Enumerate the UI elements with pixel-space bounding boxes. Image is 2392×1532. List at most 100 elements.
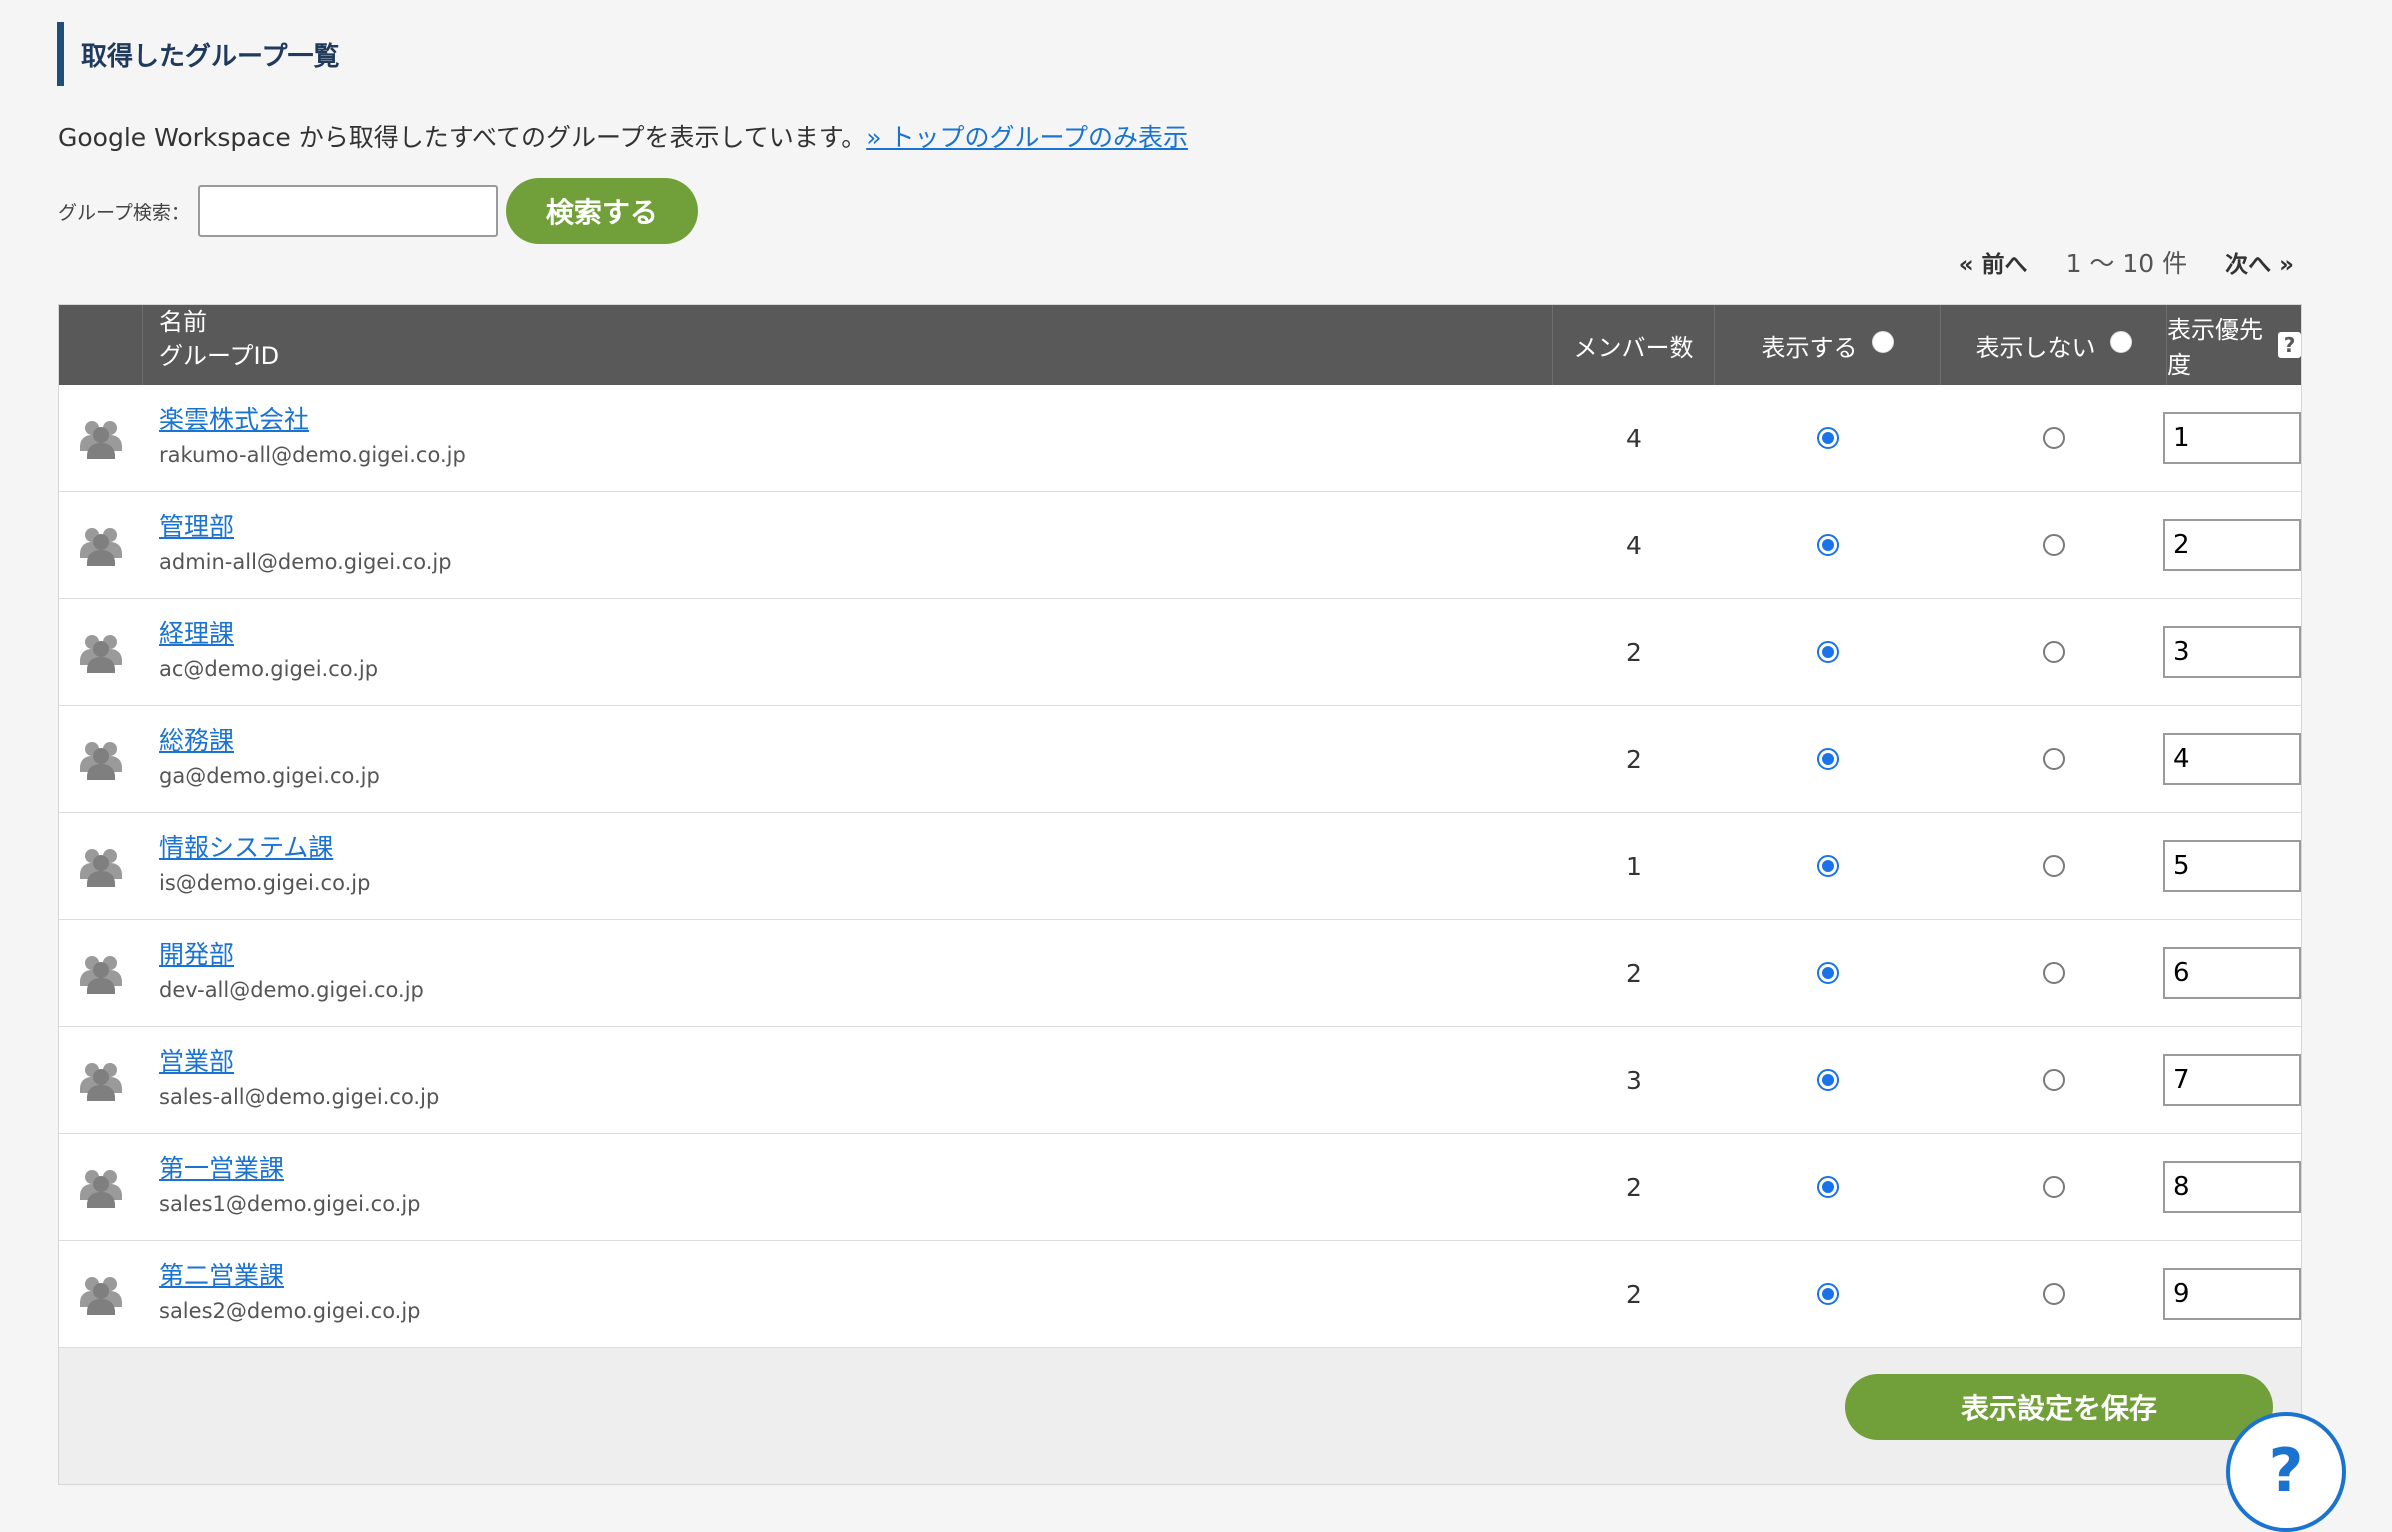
header-priority-label: 表示優先度 [2167, 316, 2263, 379]
priority-help-icon[interactable]: ? [2278, 332, 2301, 358]
hide-radio[interactable] [2043, 962, 2065, 984]
group-icon-cell [59, 1134, 143, 1240]
hide-radio[interactable] [2043, 641, 2065, 663]
group-name-cell: 第二営業課 sales2@demo.gigei.co.jp [143, 1241, 1553, 1347]
group-name-cell: 楽雲株式会社 rakumo-all@demo.gigei.co.jp [143, 385, 1553, 491]
description-text: Google Workspace から取得したすべてのグループを表示しています。 [58, 123, 867, 152]
header-hide-label: 表示しない [1975, 333, 2096, 362]
group-name-link[interactable]: 第二営業課 [159, 1259, 284, 1293]
member-count: 3 [1626, 1065, 1642, 1095]
search-bar: グループ検索： 検索する [58, 178, 698, 244]
table-row: 総務課 ga@demo.gigei.co.jp 2 [59, 705, 2301, 812]
priority-input[interactable] [2163, 1161, 2301, 1213]
member-count: 2 [1626, 744, 1642, 774]
show-radio[interactable] [1817, 534, 1839, 556]
table-header: 名前 グループID メンバー数 表示する 表示しない 表示優先度 ? [59, 305, 2301, 385]
next-page-link[interactable]: 次へ » [2225, 245, 2294, 279]
group-name-cell: 総務課 ga@demo.gigei.co.jp [143, 706, 1553, 812]
group-name-link[interactable]: 開発部 [159, 938, 234, 972]
priority-cell [2163, 492, 2301, 598]
priority-input[interactable] [2163, 519, 2301, 571]
show-cell [1715, 1027, 1941, 1133]
show-radio[interactable] [1817, 1069, 1839, 1091]
group-icon [80, 1277, 122, 1315]
member-count: 2 [1626, 958, 1642, 988]
show-radio[interactable] [1817, 748, 1839, 770]
hide-all-radio[interactable] [2109, 331, 2132, 353]
show-cell [1715, 813, 1941, 919]
priority-input[interactable] [2163, 626, 2301, 678]
group-name-link[interactable]: 第一営業課 [159, 1152, 284, 1186]
group-name-link[interactable]: 楽雲株式会社 [159, 403, 309, 437]
groups-table: 名前 グループID メンバー数 表示する 表示しない 表示優先度 ? 楽雲株式会… [58, 304, 2302, 1485]
group-name-link[interactable]: 情報システム課 [159, 831, 333, 865]
hide-cell [1941, 1027, 2167, 1133]
help-circle-label: ? [2268, 1436, 2304, 1506]
group-icon [80, 742, 122, 780]
group-name-link[interactable]: 管理部 [159, 510, 234, 544]
member-count-cell: 2 [1553, 706, 1715, 812]
save-display-settings-button[interactable]: 表示設定を保存 [1845, 1374, 2273, 1440]
group-name-cell: 情報システム課 is@demo.gigei.co.jp [143, 813, 1553, 919]
hide-radio[interactable] [2043, 534, 2065, 556]
show-radio[interactable] [1817, 962, 1839, 984]
page-range: 1 〜 10 件 [2065, 249, 2188, 278]
group-name-link[interactable]: 総務課 [159, 724, 234, 758]
pagination: « 前へ 1 〜 10 件 次へ » [1959, 244, 2294, 280]
hide-radio[interactable] [2043, 855, 2065, 877]
group-name-cell: 第一営業課 sales1@demo.gigei.co.jp [143, 1134, 1553, 1240]
hide-radio[interactable] [2043, 427, 2065, 449]
group-name-cell: 開発部 dev-all@demo.gigei.co.jp [143, 920, 1553, 1026]
search-button[interactable]: 検索する [505, 178, 698, 244]
priority-input[interactable] [2163, 1268, 2301, 1320]
hide-radio[interactable] [2043, 1069, 2065, 1091]
group-icon [80, 421, 122, 459]
hide-cell [1941, 1134, 2167, 1240]
hide-radio[interactable] [2043, 748, 2065, 770]
priority-input[interactable] [2163, 412, 2301, 464]
search-label: グループ検索： [58, 201, 190, 224]
group-id: ac@demo.gigei.co.jp [159, 657, 379, 681]
member-count-cell: 1 [1553, 813, 1715, 919]
hide-cell [1941, 1241, 2167, 1347]
member-count-cell: 4 [1553, 385, 1715, 491]
priority-input[interactable] [2163, 947, 2301, 999]
member-count-cell: 2 [1553, 599, 1715, 705]
header-group-id-label: グループID [159, 342, 280, 370]
priority-cell [2163, 706, 2301, 812]
table-row: 営業部 sales-all@demo.gigei.co.jp 3 [59, 1026, 2301, 1133]
show-radio[interactable] [1817, 855, 1839, 877]
group-search-input[interactable] [197, 185, 498, 237]
group-name-link[interactable]: 経理課 [159, 617, 234, 651]
hide-radio[interactable] [2043, 1176, 2065, 1198]
top-groups-only-link[interactable]: » トップのグループのみ表示 [866, 123, 1188, 152]
show-radio[interactable] [1817, 1176, 1839, 1198]
group-icon [80, 528, 122, 566]
show-cell [1715, 385, 1941, 491]
show-cell [1715, 492, 1941, 598]
member-count-cell: 2 [1553, 920, 1715, 1026]
help-circle-button[interactable]: ? [2226, 1412, 2346, 1532]
priority-input[interactable] [2163, 840, 2301, 892]
prev-page-link[interactable]: « 前へ [1959, 245, 2028, 279]
table-footer: 表示設定を保存 [59, 1347, 2301, 1484]
header-name-label: 名前 [159, 308, 207, 336]
member-count-cell: 2 [1553, 1241, 1715, 1347]
member-count-cell: 2 [1553, 1134, 1715, 1240]
table-row: 情報システム課 is@demo.gigei.co.jp 1 [59, 812, 2301, 919]
priority-input[interactable] [2163, 1054, 2301, 1106]
member-count: 4 [1626, 530, 1642, 560]
group-icon-cell [59, 385, 143, 491]
group-icon-cell [59, 492, 143, 598]
group-icon-cell [59, 920, 143, 1026]
priority-input[interactable] [2163, 733, 2301, 785]
show-radio[interactable] [1817, 641, 1839, 663]
group-icon-cell [59, 813, 143, 919]
group-id: admin-all@demo.gigei.co.jp [159, 550, 452, 574]
group-name-link[interactable]: 営業部 [159, 1045, 234, 1079]
priority-cell [2163, 599, 2301, 705]
hide-radio[interactable] [2043, 1283, 2065, 1305]
show-radio[interactable] [1817, 1283, 1839, 1305]
show-radio[interactable] [1817, 427, 1839, 449]
show-all-radio[interactable] [1871, 331, 1894, 353]
